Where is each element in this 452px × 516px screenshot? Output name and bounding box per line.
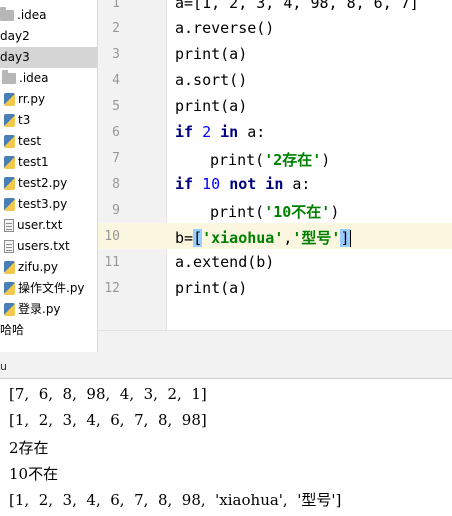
line-number: 6 [112,125,120,140]
python-file-icon [4,198,15,211]
line-number: 4 [112,73,120,88]
line-number: 9 [112,203,120,218]
tree-item-label: 登录.py [18,302,61,316]
tree-item-test1[interactable]: test1 [4,152,49,173]
python-file-icon [4,135,15,148]
tree-item-haha[interactable]: 哈哈 [0,320,24,341]
python-file-icon [4,261,15,274]
console-line: 10不在 [9,465,59,483]
code-line-8: if 10 not in a: [175,175,310,193]
line-number: 2 [112,21,120,36]
code-token: print( [210,151,265,169]
tree-item-label: test2.py [18,176,68,190]
matched-bracket: ] [340,229,350,247]
text-file-icon [4,240,14,253]
run-panel-header: u [0,352,452,379]
code-line-10: b=['xiaohua','型号'] [175,227,351,248]
code-line-5: print(a) [175,97,248,115]
tree-item-zifu-py[interactable]: zifu.py [4,257,58,278]
tree-item-idea-root[interactable]: .idea [0,5,47,26]
keyword-token: in [220,123,239,141]
code-token: ) [330,203,340,221]
tree-item-day2[interactable]: day2 [0,26,30,47]
tree-item-users-txt[interactable]: users.txt [4,236,70,257]
python-file-icon [4,282,15,295]
tree-item-test[interactable]: test [4,131,41,152]
matched-bracket: [ [193,229,203,247]
console-line: [1, 2, 3, 4, 6, 7, 8, 98] [9,411,207,429]
tree-item-label: .idea [17,8,47,22]
console-line: 2存在 [9,439,49,457]
tree-item-label: day2 [0,29,30,43]
string-token: '型号' [292,229,341,247]
folder-icon [2,70,16,84]
keyword-token: not in [229,175,284,193]
tree-item-test2-py[interactable]: test2.py [4,173,67,194]
line-number: 3 [112,47,120,62]
tree-item-label: 哈哈 [0,323,25,337]
tree-item-caozuo-wenjian-py[interactable]: 操作文件.py [4,278,85,299]
code-line-9: print('10不在') [210,201,339,222]
tree-item-denglu-py[interactable]: 登录.py [4,299,61,320]
tree-item-label: 操作文件.py [18,281,85,295]
line-number: 1 [112,0,120,11]
run-tab-label[interactable]: u [0,360,7,373]
code-token: ) [321,151,331,169]
tree-item-label: .idea [19,71,49,85]
project-tree: .idea day2 day3 .idea rr.py t3 test test… [0,0,98,352]
keyword-token: if [175,123,194,141]
tree-item-user-txt[interactable]: user.txt [4,215,62,236]
code-token: b= [175,229,194,247]
tree-item-label: user.txt [17,218,63,232]
tree-item-t3[interactable]: t3 [4,110,30,131]
python-file-icon [4,114,15,127]
line-number: 10 [104,229,120,244]
python-file-icon [4,93,15,106]
string-token: 'xiaohua' [202,229,284,247]
tree-item-label: test [18,134,42,148]
python-file-icon [4,156,15,169]
line-number: 8 [112,177,120,192]
folder-icon [0,7,14,21]
text-file-icon [4,219,14,232]
line-number: 12 [104,281,120,296]
number-token: 2 [202,123,212,141]
code-line-11: a.extend(b) [175,253,275,271]
code-token: a: [292,175,311,193]
code-line-2: a.reverse() [175,19,275,37]
tree-item-label: users.txt [17,239,70,253]
code-line-4: a.sort() [175,71,248,89]
tree-item-idea[interactable]: .idea [2,68,49,89]
tree-item-label: test3.py [18,197,68,211]
number-token: 10 [202,175,221,193]
code-line-1: a=[1, 2, 3, 4, 98, 8, 6, 7] [175,0,419,12]
editor-status-strip [98,330,452,353]
python-file-icon [4,303,15,316]
code-line-3: print(a) [175,45,248,63]
code-token: a: [247,123,266,141]
text-caret [349,230,351,247]
tree-item-rr-py[interactable]: rr.py [4,89,45,110]
line-number: 5 [112,99,120,114]
console-line: [1, 2, 3, 4, 6, 7, 8, 98, 'xiaohua', '型号… [9,491,342,509]
code-line-12: print(a) [175,279,248,297]
keyword-token: if [175,175,194,193]
tree-item-label: t3 [18,113,31,127]
python-file-icon [4,177,15,190]
code-token: print( [210,203,265,221]
tree-item-test3-py[interactable]: test3.py [4,194,67,215]
string-token: '2存在' [264,151,322,169]
string-token: '10不在' [264,203,331,221]
line-number: 7 [112,151,120,166]
tree-item-label: rr.py [18,92,46,106]
line-number: 11 [104,255,120,270]
tree-item-day3[interactable]: day3 [0,47,97,68]
tree-item-label: zifu.py [18,260,58,274]
code-line-7: print('2存在') [210,149,330,170]
tree-item-label: day3 [0,50,30,64]
run-console[interactable]: [7, 6, 8, 98, 4, 3, 2, 1] [1, 2, 3, 4, 6… [0,379,452,516]
tree-item-label: test1 [18,155,49,169]
code-line-6: if 2 in a: [175,123,265,141]
console-line: [7, 6, 8, 98, 4, 3, 2, 1] [9,385,207,403]
